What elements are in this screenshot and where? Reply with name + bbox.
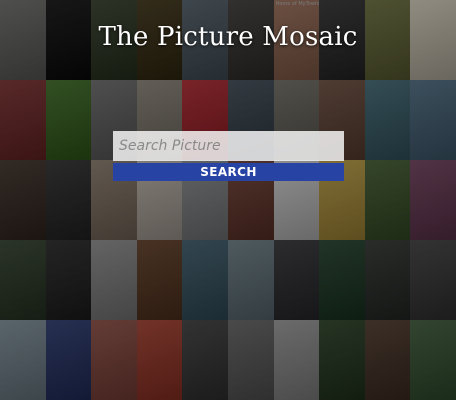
page-title: The Picture Mosaic <box>98 22 358 52</box>
mosaic-dim-overlay <box>0 0 456 400</box>
search-button[interactable]: SEARCH <box>113 163 344 181</box>
search-input[interactable] <box>113 131 344 161</box>
